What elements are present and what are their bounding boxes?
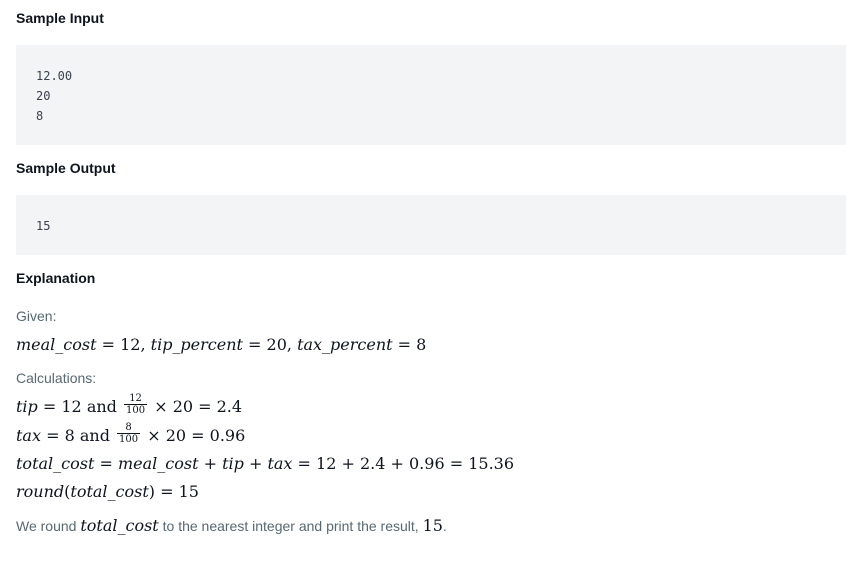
sample-input-heading: Sample Input [16, 10, 104, 26]
tax-fraction: 8 100 [117, 422, 141, 445]
round-arg: total_cost [70, 482, 149, 501]
total-term-a: 12 [316, 454, 337, 473]
tip-percent-var: tip_percent [150, 335, 243, 354]
sample-input-line: 20 [36, 89, 51, 103]
tip-percent: 20 [172, 397, 194, 416]
total-term-c: 0.96 [409, 454, 445, 473]
sample-input-line: 8 [36, 109, 44, 123]
sample-output-lines: 15 [36, 216, 50, 236]
total-tip-var: tip [222, 454, 244, 473]
round-equation: round(total_cost) = 15 [16, 482, 199, 501]
tip-fraction-numerator: 12 [124, 393, 148, 405]
tip-base: 12 [61, 397, 82, 416]
tip-and: and [86, 397, 117, 416]
total-tax-var: tax [267, 454, 293, 473]
sample-output-heading: Sample Output [16, 160, 116, 176]
tax-var: tax [16, 426, 41, 445]
given-label: Given: [16, 308, 57, 324]
tax-equation: tax = 8 and 8 100 × 20 = 0.96 [16, 422, 246, 445]
conclusion-suffix: . [442, 518, 447, 534]
conclusion-middle: to the nearest integer and print the res… [158, 518, 423, 534]
tax-and: and [79, 426, 110, 445]
tip-fraction: 12 100 [124, 393, 148, 416]
sample-output-block: 15 [16, 195, 846, 255]
total-cost-var: total_cost [16, 454, 95, 473]
sample-input-block: 12.00 20 8 [16, 45, 846, 145]
meal-cost-value: 12 [120, 335, 141, 354]
conclusion-value: 15 [422, 516, 443, 535]
tax-result: 0.96 [209, 426, 246, 445]
sample-output-line: 15 [36, 219, 51, 233]
tax-percent-value: 8 [416, 335, 427, 354]
tax-percent-var: tax_percent [297, 335, 393, 354]
tip-result: 2.4 [216, 397, 243, 416]
tip-var: tip [16, 397, 38, 416]
total-meal-var: meal_cost [117, 454, 199, 473]
round-fn: round [16, 482, 65, 501]
tax-percent: 20 [165, 426, 187, 445]
tip-percent-value: 20 [266, 335, 287, 354]
total-result: 15.36 [468, 454, 515, 473]
tax-fraction-denominator: 100 [119, 434, 139, 445]
sample-input-line: 12.00 [36, 69, 73, 83]
given-equation: meal_cost = 12, tip_percent = 20, tax_pe… [16, 335, 427, 354]
tip-fraction-denominator: 100 [126, 405, 146, 416]
tax-fraction-numerator: 8 [117, 422, 141, 434]
conclusion-var: total_cost [80, 516, 159, 535]
calculations-label: Calculations: [16, 370, 97, 386]
sample-input-lines: 12.00 20 8 [36, 66, 72, 126]
explanation-heading: Explanation [16, 270, 96, 286]
total-equation: total_cost = meal_cost + tip + tax = 12 … [16, 454, 515, 473]
total-term-b: 2.4 [359, 454, 386, 473]
tax-base: 8 [64, 426, 75, 445]
tip-equation: tip = 12 and 12 100 × 20 = 2.4 [16, 393, 243, 416]
conclusion-prefix: We round [16, 518, 81, 534]
conclusion-text: We round total_cost to the nearest integ… [16, 516, 447, 535]
meal-cost-var: meal_cost [16, 335, 97, 354]
round-result: 15 [178, 482, 199, 501]
